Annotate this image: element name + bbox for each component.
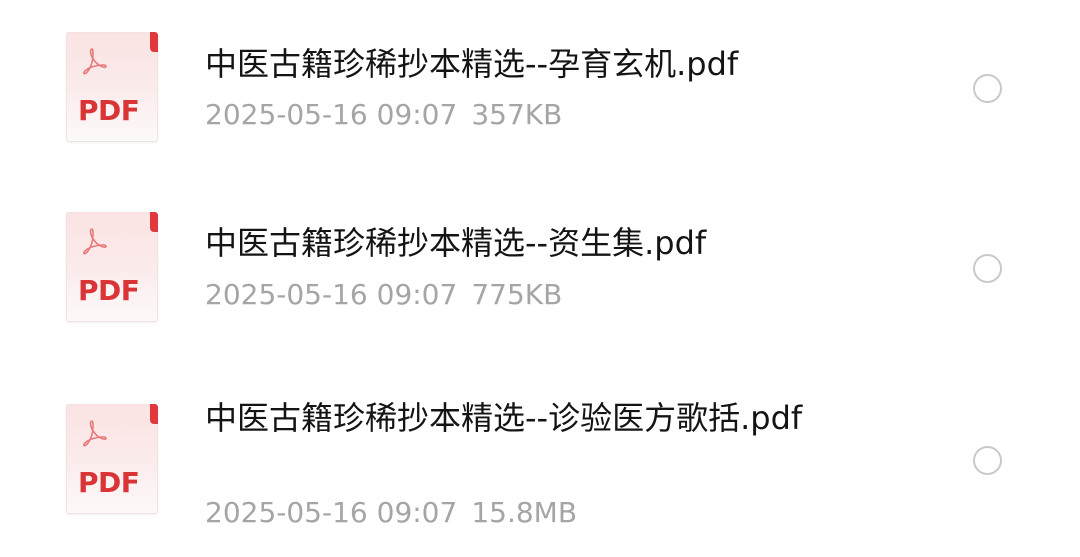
file-size: 775KB <box>471 278 563 311</box>
select-radio-button[interactable] <box>973 446 1002 475</box>
file-name: 中医古籍珍稀抄本精选--孕育玄机.pdf <box>205 45 739 83</box>
pdf-corner-fold <box>150 32 158 52</box>
file-name: 中医古籍珍稀抄本精选--诊验医方歌括.pdf <box>205 399 803 437</box>
file-size: 357KB <box>471 98 563 131</box>
file-date: 2025-05-16 09:07 <box>205 278 458 311</box>
pdf-corner-fold <box>150 212 158 232</box>
pdf-file-icon: PDF <box>66 404 158 514</box>
file-list-item[interactable]: PDF 中医古籍珍稀抄本精选--孕育玄机.pdf 2025-05-16 09:0… <box>0 0 1080 180</box>
pdf-file-icon: PDF <box>66 32 158 142</box>
file-list-item[interactable]: PDF 中医古籍珍稀抄本精选--诊验医方歌括.pdf 2025-05-16 09… <box>0 360 1080 557</box>
pdf-file-icon: PDF <box>66 212 158 322</box>
pdf-badge-label: PDF <box>78 274 140 307</box>
file-date: 2025-05-16 09:07 <box>205 496 458 529</box>
select-radio-button[interactable] <box>973 74 1002 103</box>
pdf-badge-label: PDF <box>78 466 140 499</box>
file-meta: 2025-05-16 09:07 15.8MB <box>205 496 577 529</box>
file-meta: 2025-05-16 09:07 357KB <box>205 98 562 131</box>
file-list-item[interactable]: PDF 中医古籍珍稀抄本精选--资生集.pdf 2025-05-16 09:07… <box>0 180 1080 360</box>
acrobat-symbol-icon <box>82 228 107 255</box>
file-name: 中医古籍珍稀抄本精选--资生集.pdf <box>205 224 707 262</box>
pdf-corner-fold <box>150 404 158 424</box>
acrobat-symbol-icon <box>82 48 107 75</box>
acrobat-symbol-icon <box>82 420 107 447</box>
select-radio-button[interactable] <box>973 254 1002 283</box>
file-meta: 2025-05-16 09:07 775KB <box>205 278 562 311</box>
file-size: 15.8MB <box>471 496 578 529</box>
pdf-badge-label: PDF <box>78 94 140 127</box>
file-date: 2025-05-16 09:07 <box>205 98 458 131</box>
